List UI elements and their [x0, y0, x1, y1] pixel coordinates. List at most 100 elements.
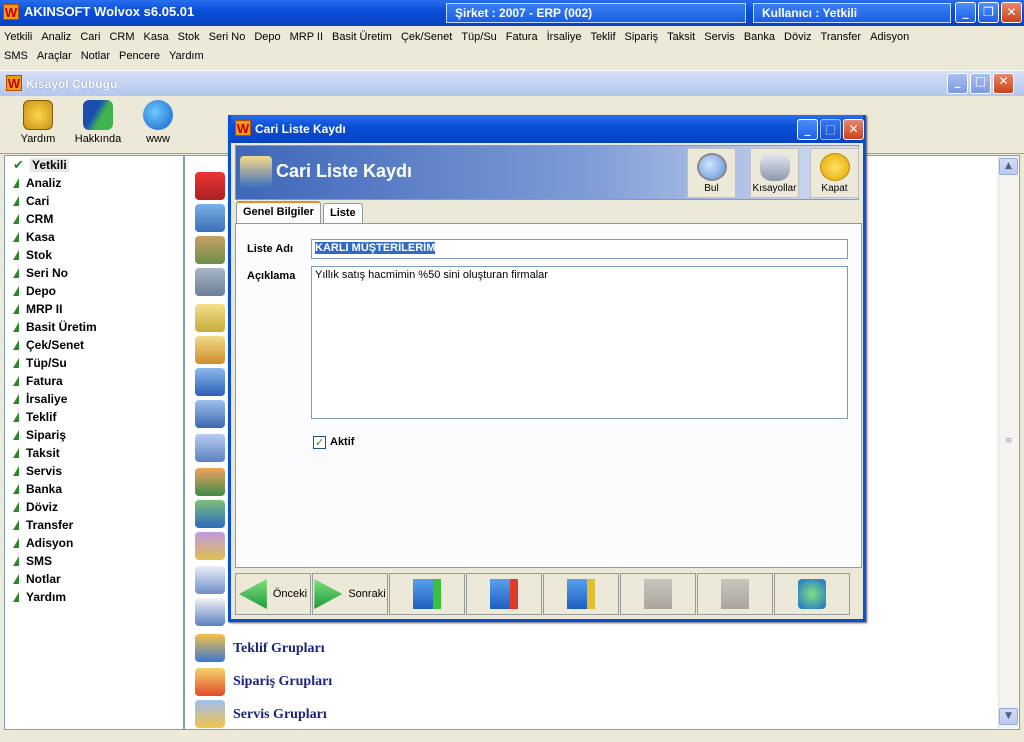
wolvox-logo-icon: W [235, 120, 251, 136]
find-button[interactable]: Bul [687, 148, 736, 198]
menu-item[interactable]: Depo [254, 31, 280, 43]
menu-item[interactable]: Stok [178, 31, 200, 43]
module-list-item[interactable]: SMS [5, 552, 183, 570]
module-list-item[interactable]: İrsaliye [5, 390, 183, 408]
serial-check-icon [195, 304, 225, 332]
company-info: Şirket : 2007 - ERP (002) [446, 3, 746, 23]
edit-record-button[interactable] [543, 573, 619, 615]
tab-list[interactable]: Liste [323, 203, 363, 223]
menu-item[interactable]: Transfer [821, 31, 862, 43]
menu-item[interactable]: Sipariş [625, 31, 659, 43]
module-list-label: SMS [26, 554, 53, 568]
menu-item[interactable]: Çek/Senet [401, 31, 452, 43]
shortcut-close-button[interactable]: ✕ [993, 73, 1014, 94]
menu-item[interactable]: Kasa [144, 31, 169, 43]
module-list-item[interactable]: Sipariş [5, 426, 183, 444]
shortcut-minimize-button[interactable]: _ [947, 73, 968, 94]
dialog-close-button[interactable]: ✕ [843, 119, 864, 140]
dialog-minimize-button[interactable]: _ [797, 119, 818, 140]
add-record-button[interactable] [389, 573, 465, 615]
module-list-item[interactable]: Banka [5, 480, 183, 498]
menu-item[interactable]: Cari [80, 31, 100, 43]
app-minimize-button[interactable]: _ [955, 2, 976, 23]
shortcut-maximize-button[interactable]: □ [970, 73, 991, 94]
menu-item[interactable]: Araçlar [37, 50, 72, 62]
tool-about-button[interactable]: Hakkında [68, 100, 128, 145]
menu-item[interactable]: Yetkili [4, 31, 32, 43]
module-list-item[interactable]: Taksit [5, 444, 183, 462]
list-name-label: Liste Adı [247, 243, 294, 255]
active-checkbox[interactable]: ✓ [313, 436, 326, 449]
scroll-up-icon[interactable]: ▲ [999, 158, 1018, 175]
close-dialog-button[interactable]: Kapat [810, 148, 859, 198]
save-record-icon [644, 579, 672, 609]
menu-item[interactable]: Banka [744, 31, 775, 43]
menu-item[interactable]: Yardım [169, 50, 204, 62]
app-close-button[interactable]: ✕ [1001, 2, 1022, 23]
list-name-input[interactable]: KARLI MÜŞTERİLERİM [311, 239, 848, 259]
cancel-record-icon [721, 579, 749, 609]
menu-item[interactable]: Fatura [506, 31, 538, 43]
module-list-label: Basit Üretim [26, 320, 97, 334]
module-list-item[interactable]: Analiz [5, 174, 183, 192]
service-group-link[interactable]: Servis Grupları [233, 707, 327, 723]
shortcuts-button[interactable]: Kısayollar [750, 148, 799, 198]
module-list-item[interactable]: CRM [5, 210, 183, 228]
menu-item[interactable]: Notlar [81, 50, 110, 62]
module-list-item[interactable]: Transfer [5, 516, 183, 534]
delete-record-button[interactable] [466, 573, 542, 615]
menu-item[interactable]: Adisyon [870, 31, 909, 43]
scroll-down-icon[interactable]: ▼ [999, 708, 1018, 725]
module-list-item[interactable]: Yardım [5, 588, 183, 606]
module-list-item[interactable]: Tüp/Su [5, 354, 183, 372]
tab-general-info[interactable]: Genel Bilgiler [236, 201, 321, 225]
menu-item[interactable]: Teklif [590, 31, 615, 43]
module-list-item[interactable]: Kasa [5, 228, 183, 246]
module-icon [13, 304, 19, 314]
module-list-item[interactable]: Teklif [5, 408, 183, 426]
next-button[interactable]: Sonraki [312, 573, 388, 615]
description-textarea[interactable]: Yıllık satış hacmimin %50 sini oluşturan… [311, 266, 848, 419]
module-list-item[interactable]: Servis [5, 462, 183, 480]
menu-item[interactable]: Taksit [667, 31, 695, 43]
module-list-item[interactable]: Notlar [5, 570, 183, 588]
module-list-item[interactable]: Adisyon [5, 534, 183, 552]
app-restore-button[interactable]: ❐ [978, 2, 999, 23]
scroll-grip-icon[interactable]: ≡ [1005, 436, 1013, 446]
menu-item[interactable]: Seri No [209, 31, 246, 43]
tool-www-button[interactable]: www [128, 100, 188, 145]
menu-item[interactable]: SMS [4, 50, 28, 62]
module-list-item[interactable]: Fatura [5, 372, 183, 390]
module-list-label: Depo [26, 284, 56, 298]
module-list-item[interactable]: ✔ Yetkili [5, 156, 183, 174]
help-icon [23, 100, 53, 130]
menu-item[interactable]: Döviz [784, 31, 812, 43]
module-list-item[interactable]: Depo [5, 282, 183, 300]
module-list-item[interactable]: Döviz [5, 498, 183, 516]
module-list-item[interactable]: Seri No [5, 264, 183, 282]
module-list-item[interactable]: Cari [5, 192, 183, 210]
module-list-item[interactable]: MRP II [5, 300, 183, 318]
menu-item[interactable]: Basit Üretim [332, 31, 392, 43]
refresh-button[interactable] [774, 573, 850, 615]
previous-button[interactable]: Önceki [235, 573, 311, 615]
module-list-item[interactable]: Basit Üretim [5, 318, 183, 336]
module-list-item[interactable]: Çek/Senet [5, 336, 183, 354]
menu-item[interactable]: MRP II [290, 31, 323, 43]
order-group-link[interactable]: Sipariş Grupları [233, 674, 332, 690]
module-list-label: Çek/Senet [26, 338, 85, 352]
offer-group-link[interactable]: Teklif Grupları [233, 641, 325, 657]
menu-item[interactable]: İrsaliye [547, 31, 582, 43]
module-list-label: Fatura [26, 374, 63, 388]
module-list-label: Stok [26, 248, 53, 262]
menu-item[interactable]: Analiz [41, 31, 71, 43]
menu-item[interactable]: CRM [109, 31, 134, 43]
menu-item[interactable]: Tüp/Su [461, 31, 496, 43]
tool-help-button[interactable]: Yardım [8, 100, 68, 145]
module-list-item[interactable]: Stok [5, 246, 183, 264]
sql-icon [195, 172, 225, 200]
group-panel-scrollbar[interactable]: ▲ ≡ ▼ [998, 156, 1018, 728]
menu-item[interactable]: Pencere [119, 50, 160, 62]
menu-item[interactable]: Servis [704, 31, 735, 43]
app-titlebar: W AKINSOFT Wolvox s6.05.01 Şirket : 2007… [0, 0, 1024, 26]
